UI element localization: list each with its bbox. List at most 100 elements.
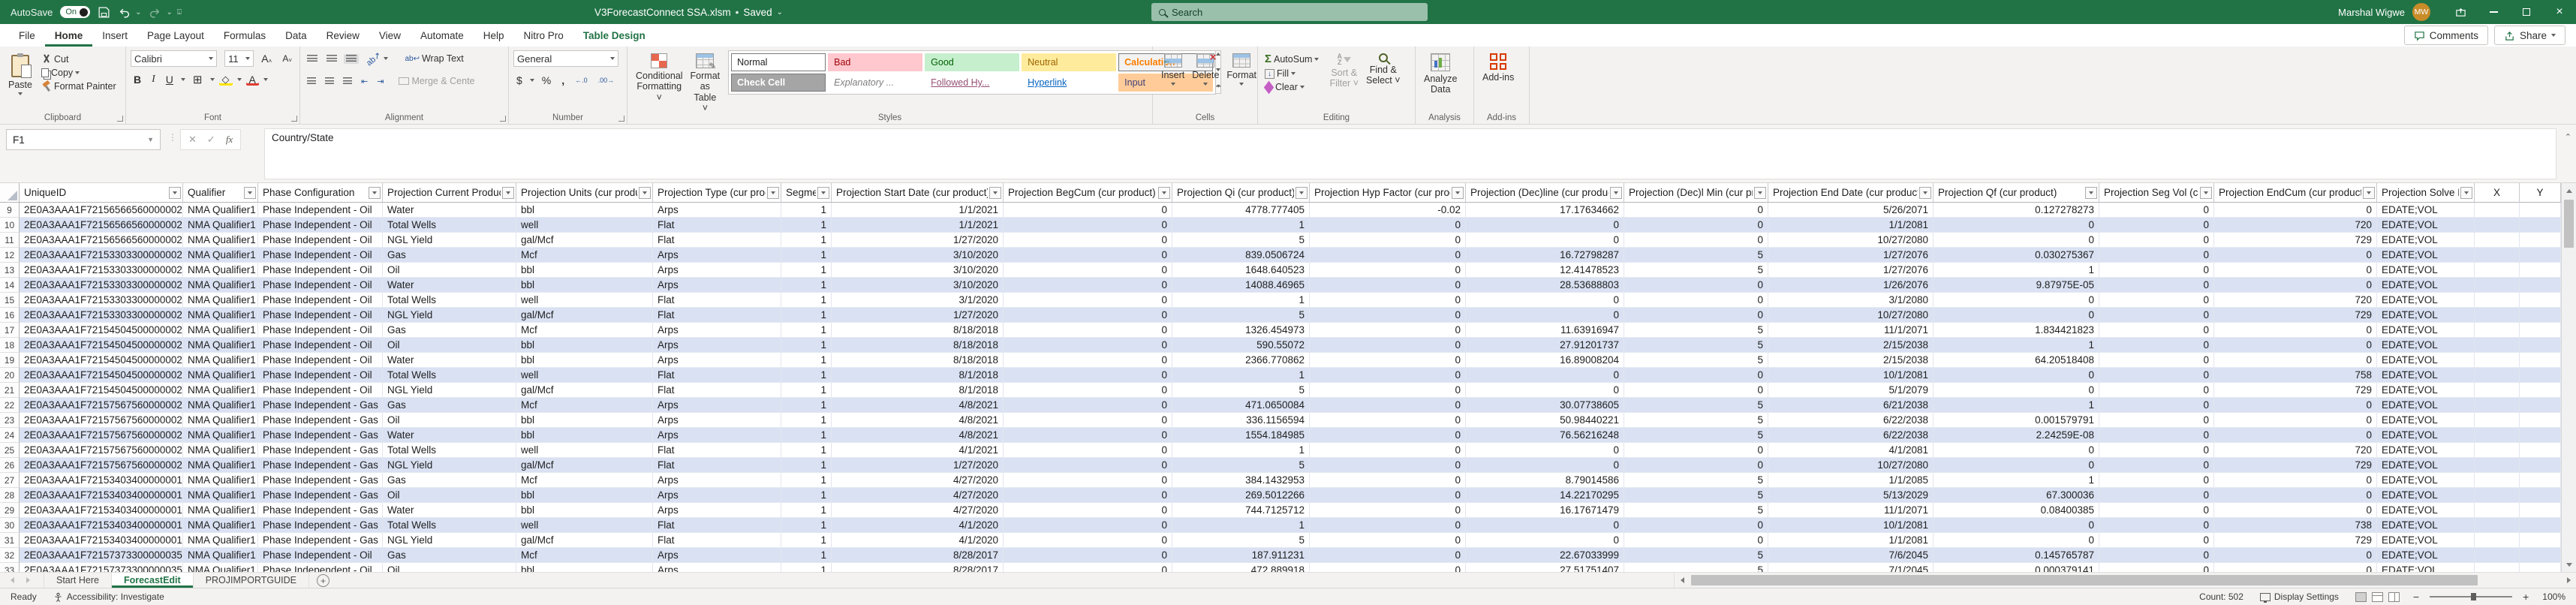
cell[interactable]: Arps	[653, 563, 781, 572]
cell[interactable]: Flat	[653, 233, 781, 248]
cell[interactable]: Flat	[653, 218, 781, 233]
cell[interactable]: Phase Independent - Oil	[258, 233, 383, 248]
cell[interactable]: 0	[1004, 548, 1172, 563]
cell[interactable]: 738	[2214, 518, 2377, 533]
cell[interactable]: 1	[781, 458, 832, 473]
normal-view-button[interactable]	[2355, 591, 2367, 602]
cell[interactable]: 0	[1624, 293, 1768, 308]
cell[interactable]: 1/27/2020	[832, 308, 1004, 323]
cell[interactable]: 10/27/2080	[1768, 233, 1934, 248]
sheet-tab-projimportguide[interactable]: PROJIMPORTGUIDE	[194, 573, 309, 588]
cell[interactable]: 5	[1624, 473, 1768, 488]
sort-filter-button[interactable]: AZ Sort & Filter ˅	[1326, 50, 1362, 92]
cell[interactable]: 2E0A3AAA1F7215756756000000218	[20, 398, 183, 413]
cell[interactable]	[2520, 563, 2561, 572]
column-header[interactable]: Projection Qi (cur product)	[1172, 183, 1310, 203]
cell[interactable]: Phase Independent - Oil	[258, 383, 383, 398]
cell[interactable]: EDATE;VOL	[2377, 383, 2475, 398]
filter-button[interactable]	[2085, 186, 2097, 199]
filter-button[interactable]	[244, 186, 256, 199]
cell[interactable]: 2E0A3AAA1F7215756756000000218	[20, 458, 183, 473]
cell[interactable]: Phase Independent - Oil	[258, 563, 383, 572]
cell[interactable]: 0	[2099, 428, 2214, 443]
cell[interactable]	[2520, 518, 2561, 533]
cell[interactable]: Flat	[653, 533, 781, 548]
cell[interactable]: 0	[1466, 533, 1624, 548]
cell[interactable]: 5	[1172, 233, 1310, 248]
column-header[interactable]: X	[2475, 183, 2520, 203]
sheet-tab-forecastedit[interactable]: ForecastEdit	[111, 573, 194, 588]
cell[interactable]: 0	[2214, 338, 2377, 353]
cell[interactable]: Phase Independent - Gas	[258, 413, 383, 428]
cell[interactable]	[2520, 293, 2561, 308]
cell[interactable]: Phase Independent - Oil	[258, 263, 383, 278]
cell[interactable]	[2520, 548, 2561, 563]
cell[interactable]: 0.001579791	[1934, 413, 2099, 428]
cell[interactable]: 0	[2214, 323, 2377, 338]
column-header[interactable]: Projection End Date (cur product)	[1768, 183, 1934, 203]
filter-button[interactable]	[989, 186, 1001, 199]
cell[interactable]: 5	[1624, 263, 1768, 278]
cell[interactable]: 0	[1934, 533, 2099, 548]
cell[interactable]: Oil	[383, 563, 516, 572]
cell[interactable]: 1/26/2076	[1768, 278, 1934, 293]
cell[interactable]: 0	[1004, 503, 1172, 518]
row-number[interactable]: 16	[0, 308, 20, 323]
cell[interactable]: NMA Qualifier1	[183, 368, 258, 383]
cell[interactable]: 0	[1466, 218, 1624, 233]
cell[interactable]	[2475, 458, 2520, 473]
cell[interactable]: Phase Independent - Oil	[258, 323, 383, 338]
cell[interactable]: 0	[1934, 368, 2099, 383]
cell[interactable]: 14.22170295	[1466, 488, 1624, 503]
cell[interactable]: 729	[2214, 383, 2377, 398]
column-header[interactable]: Projection Hyp Factor (cur product)	[1310, 183, 1466, 203]
new-sheet-button[interactable]: +	[317, 574, 330, 587]
cell[interactable]	[2475, 413, 2520, 428]
cell[interactable]: 5	[1172, 383, 1310, 398]
cell[interactable]: 5	[1624, 353, 1768, 368]
cell[interactable]: 6/21/2038	[1768, 398, 1934, 413]
cell[interactable]: 0	[1004, 233, 1172, 248]
cell[interactable]: NMA Qualifier1	[183, 428, 258, 443]
cell[interactable]: 4/8/2021	[832, 428, 1004, 443]
cell[interactable]: 5	[1624, 338, 1768, 353]
cell[interactable]: Total Wells	[383, 368, 516, 383]
cell[interactable]: 6/22/2038	[1768, 413, 1934, 428]
cell[interactable]: 758	[2214, 368, 2377, 383]
cell[interactable]: NMA Qualifier1	[183, 473, 258, 488]
cell[interactable]: Total Wells	[383, 518, 516, 533]
format-as-table-button[interactable]: Format as Table ˅	[687, 50, 724, 117]
cell[interactable]: NMA Qualifier1	[183, 413, 258, 428]
cell[interactable]	[2475, 443, 2520, 458]
cell[interactable]: 14088.46965	[1172, 278, 1310, 293]
cell[interactable]: 471.0650084	[1172, 398, 1310, 413]
cell[interactable]: 1648.640523	[1172, 263, 1310, 278]
cell[interactable]: 67.300036	[1934, 488, 2099, 503]
cell[interactable]: 729	[2214, 233, 2377, 248]
cell[interactable]: NMA Qualifier1	[183, 458, 258, 473]
filter-button[interactable]	[369, 186, 381, 199]
ribbon-tab-help[interactable]: Help	[474, 24, 514, 47]
cell[interactable]: 269.5012266	[1172, 488, 1310, 503]
filter-button[interactable]	[1919, 186, 1931, 199]
cell[interactable]: 3/10/2020	[832, 263, 1004, 278]
cell[interactable]: 2/15/2038	[1768, 338, 1934, 353]
cell[interactable]: 0	[1310, 248, 1466, 263]
row-number[interactable]: 20	[0, 368, 20, 383]
cell[interactable]	[2520, 368, 2561, 383]
cell[interactable]: NMA Qualifier1	[183, 518, 258, 533]
cell[interactable]: 729	[2214, 458, 2377, 473]
cell[interactable]: 11/1/2071	[1768, 323, 1934, 338]
cell[interactable]: Flat	[653, 368, 781, 383]
cell[interactable]	[2520, 278, 2561, 293]
cell[interactable]	[2475, 218, 2520, 233]
cell[interactable]: 1	[781, 338, 832, 353]
cell[interactable]: 0	[2099, 563, 2214, 572]
cell[interactable]: 16.17671479	[1466, 503, 1624, 518]
row-number[interactable]: 31	[0, 533, 20, 548]
comments-button[interactable]: Comments	[2403, 26, 2488, 45]
cell[interactable]: 0	[1624, 443, 1768, 458]
cell[interactable]: 0	[1310, 563, 1466, 572]
increase-indent-button[interactable]: ⇥	[375, 76, 386, 87]
cell[interactable]: NMA Qualifier1	[183, 263, 258, 278]
